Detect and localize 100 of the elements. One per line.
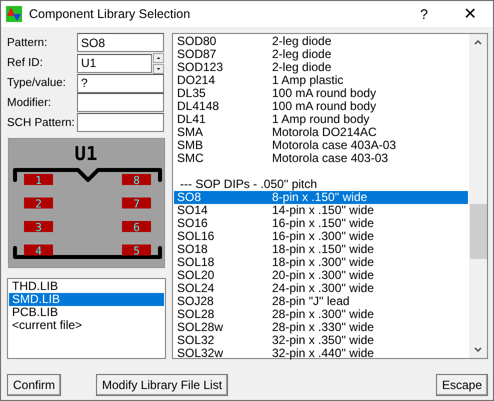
pattern-name: DL4148	[176, 100, 220, 113]
pattern-description: 1 Amp round body	[272, 113, 370, 126]
pattern-name: DL41	[176, 113, 207, 126]
pattern-row[interactable]: SOL28w 28-pin x .330'' wide	[174, 321, 468, 334]
pattern-description: 28-pin x .330'' wide	[272, 321, 374, 334]
pattern-name: SOL18	[176, 256, 216, 269]
pattern-name: SOL28	[176, 308, 216, 321]
pattern-description: 32-pin x .350'' wide	[272, 334, 374, 347]
field-label: Ref ID:	[7, 57, 44, 70]
scroll-thumb[interactable]	[470, 204, 486, 259]
pattern-name: SOJ28	[176, 295, 215, 308]
input-field[interactable]: SO8	[77, 33, 164, 52]
pattern-name: SMC	[176, 152, 205, 165]
window-title: Component Library Selection	[29, 7, 192, 21]
pattern-row[interactable]: SO18 18-pin x .150'' wide	[174, 243, 468, 256]
pattern-row[interactable]: SOL20 20-pin x .300'' wide	[174, 269, 468, 282]
pattern-name: SOL32	[176, 334, 216, 347]
pattern-row[interactable]: DL35 100 mA round body	[174, 87, 468, 100]
pattern-name: SMB	[176, 139, 204, 152]
pattern-name: SO18	[176, 243, 209, 256]
pattern-row[interactable]: SOL18 18-pin x .300'' wide	[174, 256, 468, 269]
pattern-row[interactable]: DL4148 100 mA round body	[174, 100, 468, 113]
pattern-description: 8-pin x .150'' wide	[272, 191, 368, 204]
field-label: SCH Pattern:	[7, 116, 76, 129]
field-label: Type/value:	[7, 77, 67, 90]
pad: 7	[122, 198, 151, 211]
pattern-description: 32-pin x .440'' wide	[272, 347, 374, 360]
pattern-description: 28-pin "J'' lead	[272, 295, 350, 308]
pattern-description: 100 mA round body	[272, 100, 376, 113]
pad: 5	[122, 244, 151, 258]
input-field[interactable]	[77, 113, 164, 132]
pattern-row[interactable]: SOL32w 32-pin x .440'' wide	[174, 347, 468, 360]
pattern-name: SOL20	[176, 269, 216, 282]
pattern-description: 28-pin x .300'' wide	[272, 308, 374, 321]
pattern-name: SOD87	[176, 48, 218, 61]
help-button[interactable]: ?	[401, 1, 447, 27]
field-label: Pattern:	[7, 36, 48, 49]
pattern-name: SO8	[176, 191, 202, 204]
app-icon	[6, 6, 22, 22]
dialog-button[interactable]: Confirm	[7, 374, 62, 396]
field-label: Modifier:	[7, 96, 52, 109]
dialog-button[interactable]: Modify Library File List	[96, 374, 228, 396]
pattern-name: DO214	[176, 74, 216, 87]
pattern-description: Motorola DO214AC	[272, 126, 377, 139]
pattern-description: Motorola case 403A-03	[272, 139, 396, 152]
pattern-name: SO14	[176, 204, 209, 217]
pattern-description: 16-pin x .150'' wide	[272, 217, 374, 230]
pattern-row[interactable]: DO214 1 Amp plastic	[174, 74, 468, 87]
pattern-row[interactable]: SO14 14-pin x .150'' wide	[174, 204, 468, 217]
pattern-description: 2-leg diode	[272, 35, 332, 48]
pattern-name: SOL32w	[176, 347, 224, 360]
pattern-description: 18-pin x .300'' wide	[272, 256, 374, 269]
scrollbar[interactable]	[469, 34, 487, 358]
pattern-description: 18-pin x .150'' wide	[272, 243, 374, 256]
pattern-name: SOD80	[176, 35, 218, 48]
pattern-name: SOL24	[176, 282, 216, 295]
pattern-name: SOL28w	[176, 321, 224, 334]
pattern-row[interactable]: SOJ28 28-pin "J'' lead	[174, 295, 468, 308]
scroll-down-icon[interactable]	[473, 346, 483, 354]
close-button[interactable]: ✕	[447, 1, 493, 27]
pad: 3	[24, 221, 53, 234]
pattern-row[interactable]: SMA Motorola DO214AC	[174, 126, 468, 139]
pad: 2	[24, 198, 53, 211]
pattern-row[interactable]: SOL16 16-pin x .300'' wide	[174, 230, 468, 243]
scroll-up-icon[interactable]	[473, 38, 483, 46]
pattern-description: 24-pin x .300'' wide	[272, 282, 374, 295]
pattern-row[interactable]: SOL32 32-pin x .350'' wide	[174, 334, 468, 347]
pattern-row[interactable]: SO16 16-pin x .150'' wide	[174, 217, 468, 230]
pad: 1	[24, 174, 53, 188]
pad: 8	[122, 174, 151, 188]
pattern-description: 100 mA round body	[272, 87, 376, 100]
pattern-description: 2-leg diode	[272, 48, 332, 61]
dialog-button[interactable]: Escape	[436, 374, 488, 396]
pattern-row[interactable]: SMB Motorola case 403A-03	[174, 139, 468, 152]
pattern-description: 2-leg diode	[272, 61, 332, 74]
library-item[interactable]: PCB.LIB	[9, 306, 164, 320]
library-item[interactable]: SMD.LIB	[9, 293, 164, 306]
library-item[interactable]: <current file>	[9, 319, 164, 332]
pattern-name: SOL16	[176, 230, 216, 243]
pattern-row[interactable]: SOD87 2-leg diode	[174, 48, 468, 61]
library-item[interactable]: THD.LIB	[9, 280, 164, 294]
input-field[interactable]: ?	[77, 74, 164, 93]
input-field[interactable]	[77, 93, 164, 112]
pattern-description: 20-pin x .300'' wide	[272, 269, 374, 282]
pattern-row[interactable]: SO8 8-pin x .150'' wide	[174, 191, 468, 204]
spinner[interactable]	[153, 52, 164, 74]
input-field[interactable]: U1	[77, 54, 152, 73]
pattern-description: 16-pin x .300'' wide	[272, 230, 374, 243]
pad: 6	[122, 221, 151, 234]
pattern-description: Motorola case 403-03	[272, 152, 388, 165]
pattern-description: 1 Amp plastic	[272, 74, 344, 87]
ref-label: U1	[74, 143, 98, 166]
pattern-row[interactable]: SOL24 24-pin x .300'' wide	[174, 282, 468, 295]
pattern-row[interactable]: SOD80 2-leg diode	[174, 35, 468, 48]
pattern-row[interactable]: SMC Motorola case 403-03	[174, 152, 468, 165]
pattern-name: SO16	[176, 217, 209, 230]
pattern-name: SMA	[176, 126, 204, 139]
pattern-row[interactable]: DL41 1 Amp round body	[174, 113, 468, 126]
pattern-row[interactable]: SOD123 2-leg diode	[174, 61, 468, 74]
pattern-row[interactable]: SOL28 28-pin x .300'' wide	[174, 308, 468, 321]
